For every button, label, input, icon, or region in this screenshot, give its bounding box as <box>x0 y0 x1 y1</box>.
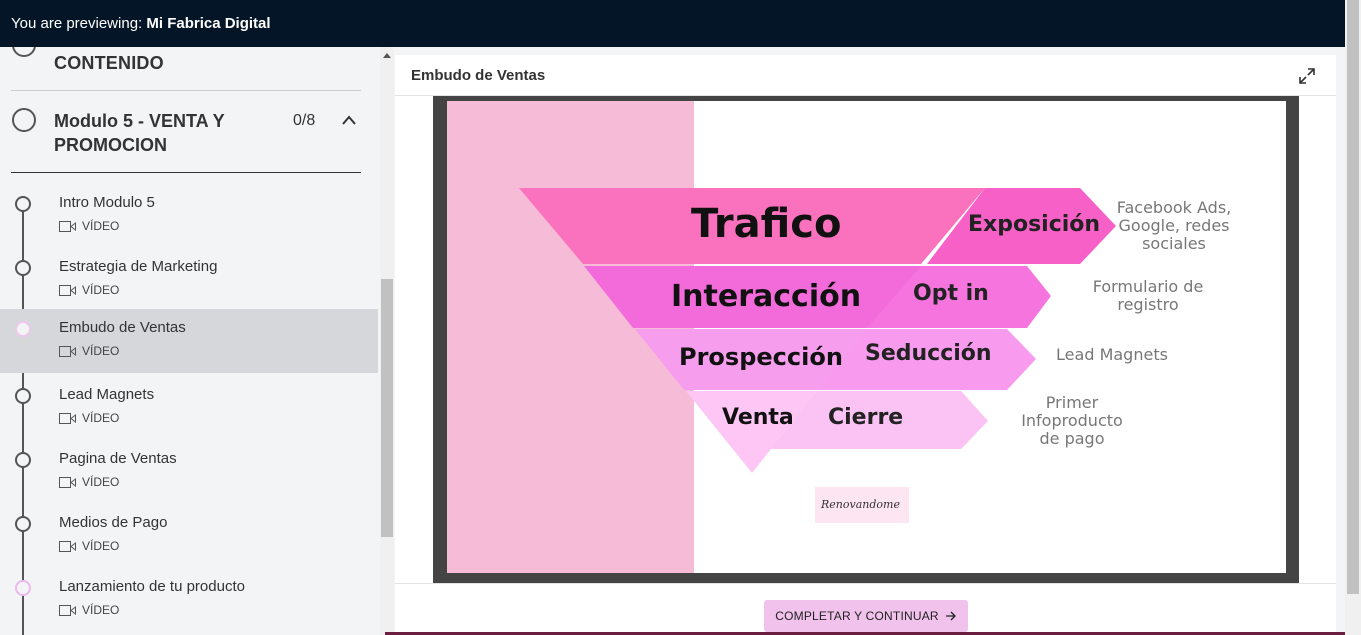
lesson-item[interactable]: Lead Magnets VÍDEO <box>0 376 378 440</box>
lesson-type: VÍDEO <box>82 283 120 297</box>
note-line: sociales <box>1142 234 1206 253</box>
lesson-title: Estrategia de Marketing <box>59 258 218 275</box>
lesson-meta: VÍDEO <box>59 344 119 358</box>
lesson-title: Lanzamiento de tu producto <box>59 578 245 595</box>
lesson-type: VÍDEO <box>82 344 120 358</box>
note-line: Google, redes <box>1118 216 1230 235</box>
lesson-item[interactable]: Medios de Pago VÍDEO <box>0 504 378 568</box>
note-line: de pago <box>1039 429 1105 448</box>
lesson-title: Medios de Pago <box>59 514 168 531</box>
arrow-label-optin: Opt in <box>913 281 989 306</box>
complete-button-label: COMPLETAR Y CONTINUAR <box>775 609 939 623</box>
funnel-label-interaccion: Interacción <box>671 279 862 314</box>
arrow-label-seduccion: Seducción <box>865 341 992 366</box>
expand-icon[interactable] <box>1298 67 1316 85</box>
section-divider <box>11 90 361 91</box>
lesson-title: Embudo de Ventas <box>59 319 186 336</box>
arrow-label-exposicion: Exposición <box>968 212 1101 237</box>
lesson-meta: VÍDEO <box>59 603 119 617</box>
note-line: Formulario de <box>1092 277 1204 296</box>
preview-prefix: You are previewing: <box>11 15 147 32</box>
video-player[interactable]: Trafico Interacción Prospección Venta Ex… <box>433 96 1299 583</box>
module-divider <box>11 172 361 173</box>
chevron-up-icon[interactable] <box>341 113 357 127</box>
lesson-status-circle <box>15 260 31 276</box>
arrow-right-icon <box>945 611 956 621</box>
funnel-label-trafico: Trafico <box>691 201 842 247</box>
lesson-footer: COMPLETAR Y CONTINUAR <box>395 583 1336 635</box>
video-camera-icon <box>59 540 76 552</box>
school-name: Mi Fabrica Digital <box>146 15 271 32</box>
note-line: registro <box>1117 295 1179 314</box>
module-progress-count: 0/8 <box>293 112 316 129</box>
sidebar-scrollbar-thumb[interactable] <box>381 279 393 537</box>
lesson-item[interactable]: Estrategia de Marketing VÍDEO <box>0 248 378 312</box>
module-title[interactable]: Modulo 5 - VENTA Y PROMOCION <box>54 109 254 157</box>
lesson-status-circle <box>15 196 31 212</box>
lesson-title: Pagina de Ventas <box>59 450 177 467</box>
lesson-meta: VÍDEO <box>59 475 119 489</box>
lesson-type: VÍDEO <box>82 219 120 233</box>
sidebar-scrollbar[interactable] <box>380 47 394 635</box>
lesson-meta: VÍDEO <box>59 219 119 233</box>
video-camera-icon <box>59 604 76 616</box>
note-cierre: Primer Infoproducto de pago <box>1007 394 1137 448</box>
module-progress-circle <box>12 108 36 132</box>
lesson-content: Embudo de Ventas Trafico Interacción Pro… <box>395 55 1336 635</box>
lesson-meta: VÍDEO <box>59 283 119 297</box>
lesson-meta: VÍDEO <box>59 539 119 553</box>
lesson-meta: VÍDEO <box>59 411 119 425</box>
lesson-type: VÍDEO <box>82 603 120 617</box>
lesson-item-active[interactable]: Embudo de Ventas VÍDEO <box>0 309 378 373</box>
lesson-status-circle <box>15 321 31 337</box>
lesson-type: VÍDEO <box>82 411 120 425</box>
preview-banner: You are previewing: Mi Fabrica Digital <box>0 0 1345 47</box>
arrow-label-cierre: Cierre <box>828 405 904 430</box>
complete-and-continue-button[interactable]: COMPLETAR Y CONTINUAR <box>764 600 968 632</box>
section-progress-circle <box>12 47 36 57</box>
note-line: Primer <box>1045 393 1099 412</box>
note-optin: Formulario de registro <box>1083 278 1213 314</box>
video-camera-icon <box>59 284 76 296</box>
note-line: Facebook Ads, <box>1116 198 1232 217</box>
page-scrollbar[interactable] <box>1345 0 1361 635</box>
lesson-heading: Embudo de Ventas <box>411 67 546 84</box>
video-camera-icon <box>59 476 76 488</box>
lesson-status-circle <box>15 516 31 532</box>
lesson-type: VÍDEO <box>82 539 120 553</box>
video-camera-icon <box>59 345 76 357</box>
note-line: Infoproducto <box>1021 411 1123 430</box>
lesson-item[interactable]: Intro Modulo 5 VÍDEO <box>0 184 378 248</box>
lesson-header: Embudo de Ventas <box>395 55 1336 96</box>
prev-section-title[interactable]: CONTENIDO <box>54 53 164 74</box>
lesson-type: VÍDEO <box>82 475 120 489</box>
course-sidebar: CONTENIDO Modulo 5 - VENTA Y PROMOCION 0… <box>0 47 378 635</box>
video-frame: Trafico Interacción Prospección Venta Ex… <box>447 101 1286 573</box>
lesson-status-circle <box>15 580 31 596</box>
funnel-label-venta: Venta <box>722 405 794 430</box>
lesson-title: Intro Modulo 5 <box>59 194 155 211</box>
video-camera-icon <box>59 220 76 232</box>
page-scrollbar-thumb[interactable] <box>1347 0 1359 594</box>
lesson-title: Lead Magnets <box>59 386 155 403</box>
lesson-status-circle <box>15 388 31 404</box>
lesson-item[interactable]: Lanzamiento de tu producto VÍDEO <box>0 568 378 632</box>
note-seduccion: Lead Magnets <box>1047 346 1177 364</box>
video-camera-icon <box>59 412 76 424</box>
lesson-status-circle <box>15 452 31 468</box>
scroll-up-arrow-icon[interactable] <box>383 53 391 58</box>
note-line: Lead Magnets <box>1056 345 1168 364</box>
funnel-label-prospeccion: Prospección <box>679 343 843 371</box>
note-exposicion: Facebook Ads, Google, redes sociales <box>1109 199 1239 253</box>
lesson-item[interactable]: Pagina de Ventas VÍDEO <box>0 440 378 504</box>
signature-text: Renovandome <box>821 498 900 511</box>
